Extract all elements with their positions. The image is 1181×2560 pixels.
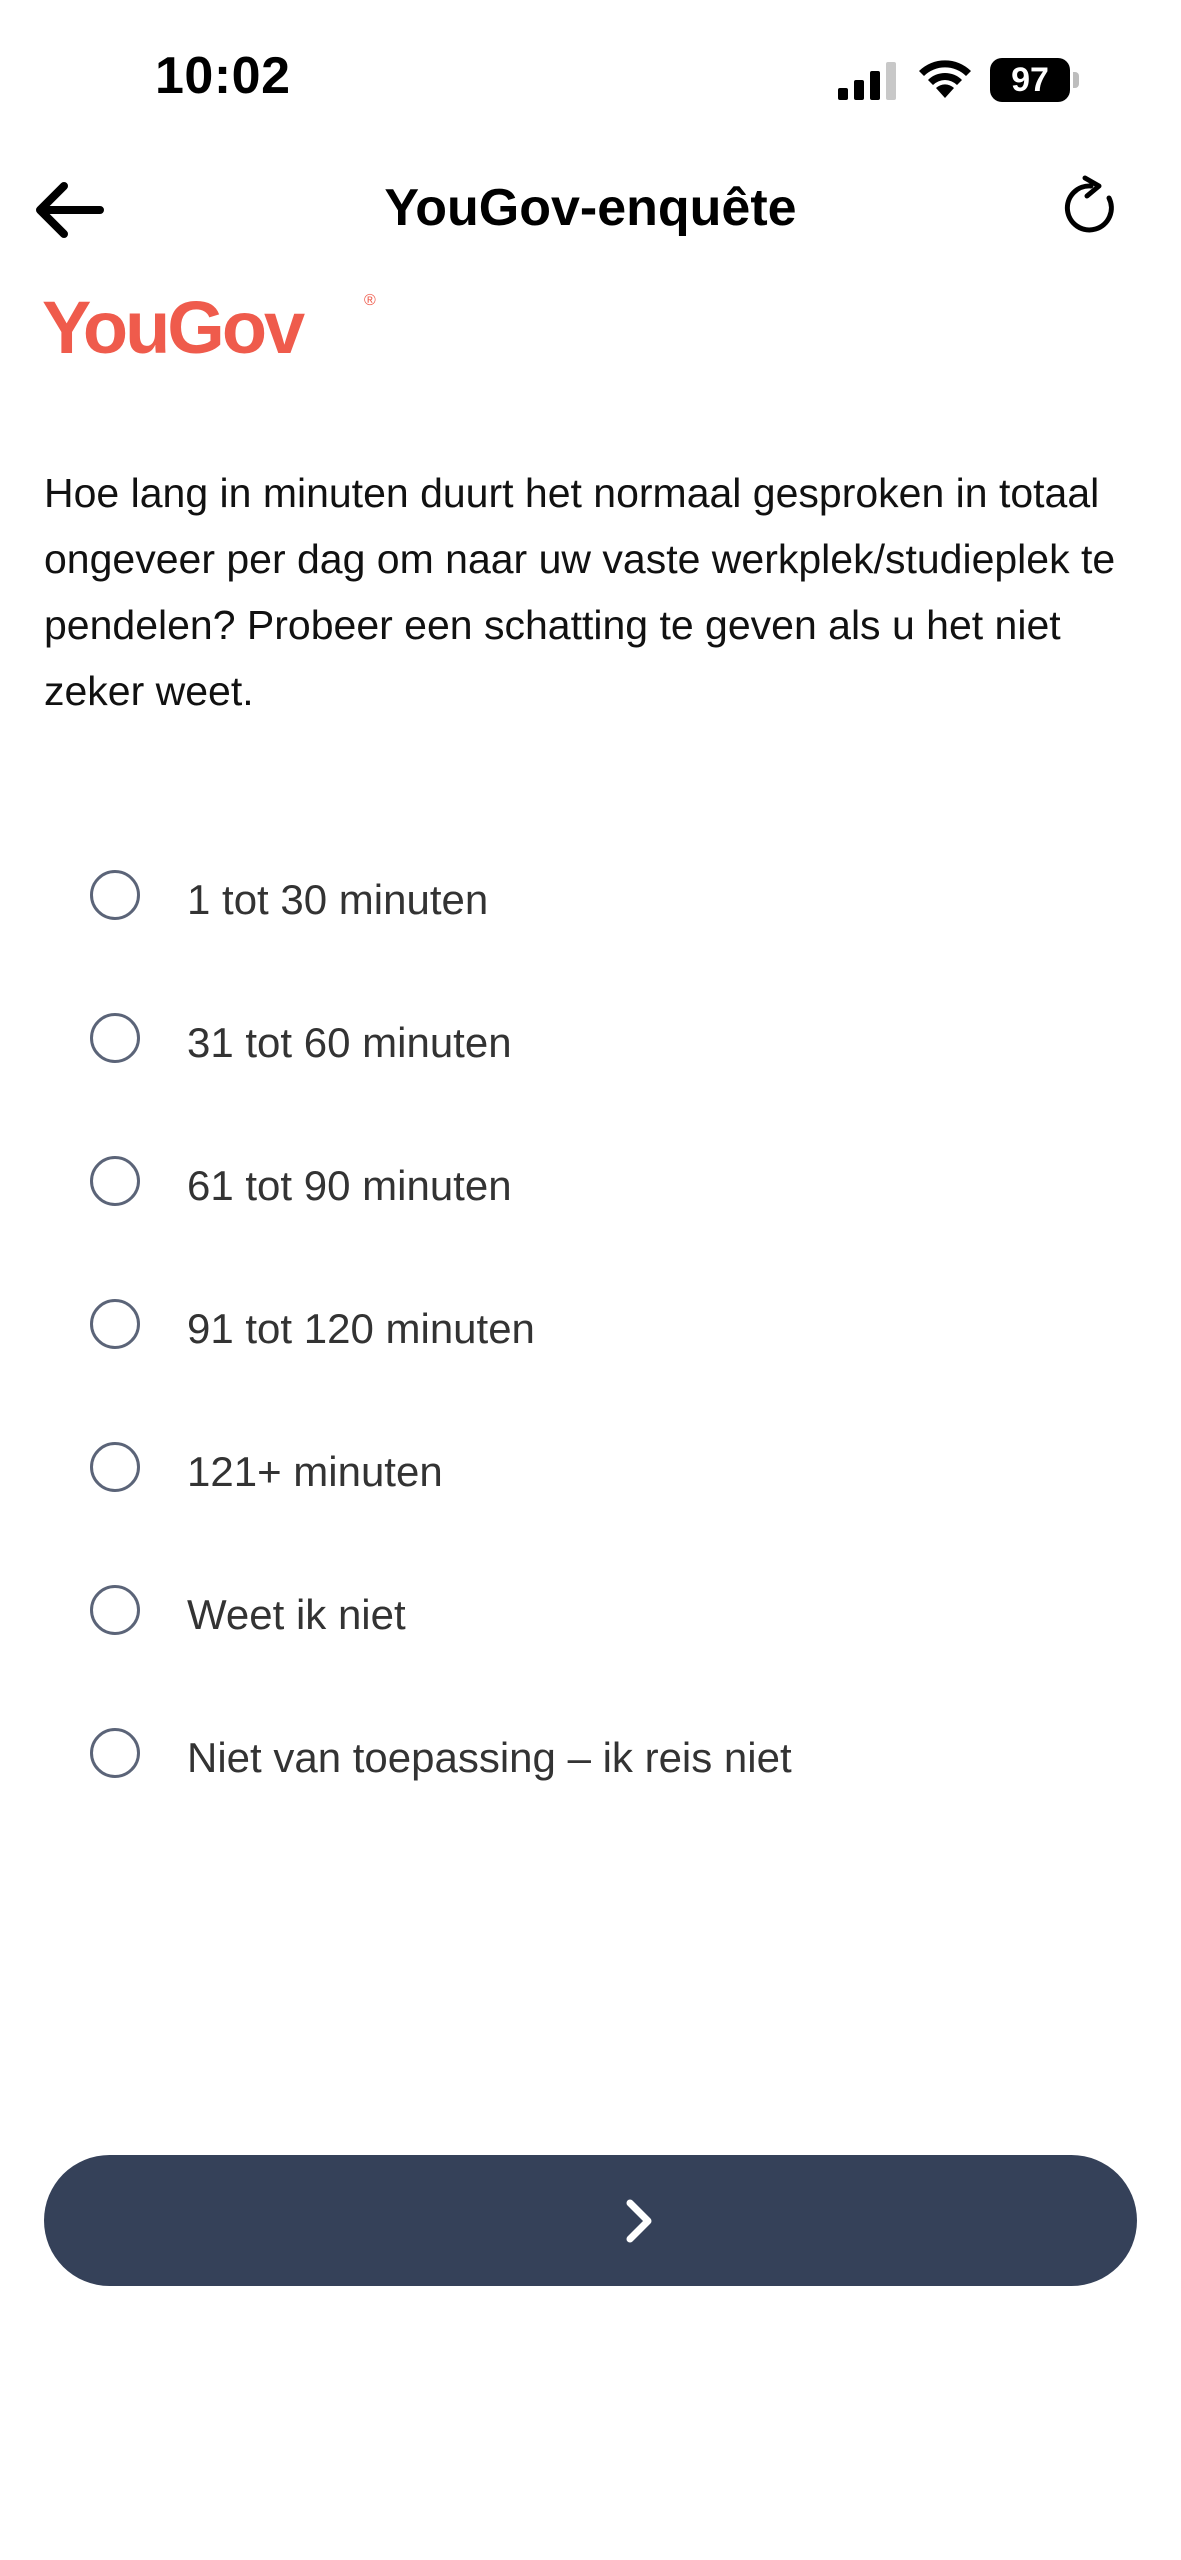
option-label: Weet ik niet: [187, 1591, 406, 1638]
app-header: YouGov-enquête: [0, 160, 1181, 290]
option-1-30[interactable]: 1 tot 30 minuten: [0, 858, 1181, 1001]
radio-button[interactable]: [90, 1299, 140, 1349]
option-label: 91 tot 120 minuten: [187, 1305, 535, 1352]
battery-level: 97: [990, 58, 1070, 102]
next-button[interactable]: [44, 2155, 1137, 2286]
logo-text: YouGov: [42, 286, 305, 369]
status-bar: 10:02 97: [0, 0, 1181, 160]
signal-icon: [838, 62, 896, 100]
option-label: 31 tot 60 minuten: [187, 1019, 512, 1066]
radio-button[interactable]: [90, 1728, 140, 1778]
option-61-90[interactable]: 61 tot 90 minuten: [0, 1144, 1181, 1287]
page-title: YouGov-enquête: [384, 179, 797, 237]
option-label: 61 tot 90 minuten: [187, 1162, 512, 1209]
refresh-button[interactable]: [1055, 172, 1127, 244]
option-31-60[interactable]: 31 tot 60 minuten: [0, 1001, 1181, 1144]
refresh-icon: [1064, 175, 1114, 233]
option-dont-know[interactable]: Weet ik niet: [0, 1573, 1181, 1716]
radio-button[interactable]: [90, 870, 140, 920]
option-91-120[interactable]: 91 tot 120 minuten: [0, 1287, 1181, 1430]
option-121-plus[interactable]: 121+ minuten: [0, 1430, 1181, 1573]
radio-button[interactable]: [90, 1013, 140, 1063]
question-text: Hoe lang in minuten duurt het normaal ge…: [44, 470, 1116, 714]
option-label: 1 tot 30 minuten: [187, 876, 489, 923]
radio-button[interactable]: [90, 1585, 140, 1635]
answer-options: 1 tot 30 minuten 31 tot 60 minuten 61 to…: [0, 858, 1181, 1859]
radio-button[interactable]: [90, 1156, 140, 1206]
battery-cap: [1073, 72, 1079, 88]
option-label: 121+ minuten: [187, 1448, 443, 1495]
option-label: Niet van toepassing – ik reis niet: [187, 1734, 792, 1781]
yougov-logo: YouGov ®: [42, 286, 376, 369]
radio-button[interactable]: [90, 1442, 140, 1492]
battery-icon: 97: [990, 58, 1080, 102]
logo-registered-mark: ®: [364, 292, 376, 309]
option-not-applicable[interactable]: Niet van toepassing – ik reis niet: [0, 1716, 1181, 1859]
wifi-icon: [919, 60, 971, 98]
status-time: 10:02: [155, 47, 291, 105]
chevron-right-icon: [626, 2199, 652, 2243]
